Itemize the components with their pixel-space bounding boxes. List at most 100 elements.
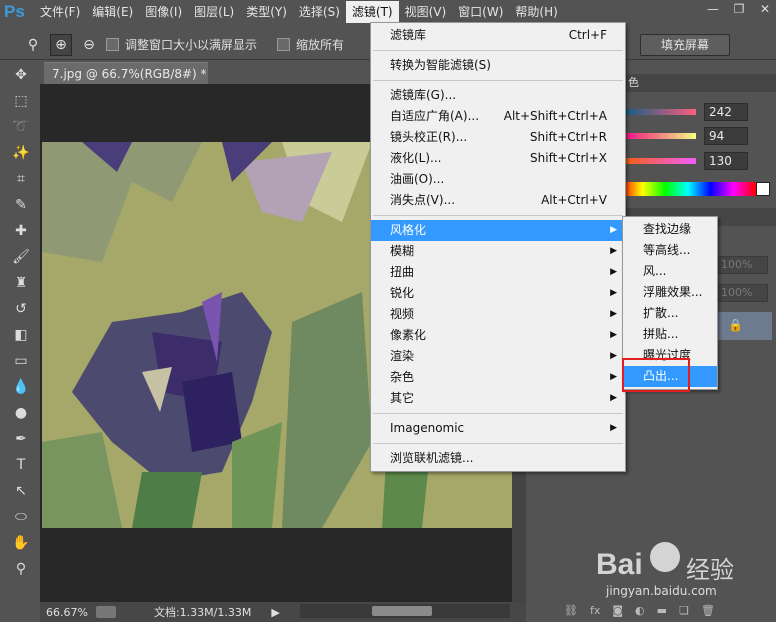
menu-file[interactable]: 文件(F): [34, 1, 86, 23]
menu-select[interactable]: 选择(S): [293, 1, 346, 23]
link-icon[interactable]: ⛓: [564, 604, 578, 620]
submenu-arrow-icon: ▶: [610, 372, 617, 382]
filter-gallery-last[interactable]: 滤镜库 Ctrl+F: [371, 25, 625, 46]
watermark-brand: Bai: [596, 548, 643, 581]
document-tab[interactable]: 7.jpg @ 66.7%(RGB/8#) *: [44, 62, 208, 84]
color-spectrum[interactable]: [620, 182, 756, 196]
filter-gallery[interactable]: 滤镜库(G)...: [371, 85, 625, 106]
zoom-out-icon[interactable]: ⊖: [78, 34, 100, 56]
liquify[interactable]: 液化(L)... Shift+Ctrl+X: [371, 148, 625, 169]
zoom-tool-icon[interactable]: ⚲: [22, 34, 44, 56]
oil-paint[interactable]: 油画(O)...: [371, 169, 625, 190]
contour[interactable]: 等高线...: [623, 240, 717, 261]
lens-correction[interactable]: 镜头校正(R)... Shift+Ctrl+R: [371, 127, 625, 148]
other-menu[interactable]: 其它 ▶: [371, 388, 625, 409]
pen-tool-icon[interactable]: ✒: [8, 426, 34, 452]
blur-menu[interactable]: 模糊 ▶: [371, 241, 625, 262]
resize-windows-checkbox[interactable]: [106, 38, 119, 51]
adaptive-wide-angle[interactable]: 自适应广角(A)... Alt+Shift+Ctrl+A: [371, 106, 625, 127]
browse-filters-online[interactable]: 浏览联机滤镜...: [371, 448, 625, 469]
folder-icon[interactable]: ▬: [657, 604, 667, 620]
filter-menu: 滤镜库 Ctrl+F 转换为智能滤镜(S) 滤镜库(G)... 自适应广角(A).…: [370, 22, 626, 472]
menu-filter[interactable]: 滤镜(T): [345, 1, 399, 23]
fill-field[interactable]: 100%: [716, 284, 768, 302]
blue-slider[interactable]: [620, 158, 696, 164]
zoom-tool-sidebar-icon[interactable]: ⚲: [8, 556, 34, 582]
fx-icon[interactable]: fx: [590, 604, 600, 620]
hand-tool-icon[interactable]: ✋: [8, 530, 34, 556]
menu-type[interactable]: 类型(Y): [240, 1, 293, 23]
video-menu[interactable]: 视频 ▶: [371, 304, 625, 325]
mask-icon[interactable]: ◙: [612, 604, 623, 620]
red-value[interactable]: 242: [704, 103, 748, 121]
eraser-tool-icon[interactable]: ◧: [8, 322, 34, 348]
diffuse[interactable]: 扩散...: [623, 303, 717, 324]
wind[interactable]: 风...: [623, 261, 717, 282]
gradient-tool-icon[interactable]: ▭: [8, 348, 34, 374]
brush-tool-icon[interactable]: 🖌: [8, 244, 34, 270]
healing-brush-icon[interactable]: ✚: [8, 218, 34, 244]
stylize-menu[interactable]: 风格化 ▶: [371, 220, 625, 241]
eyedropper-icon[interactable]: ✎: [8, 192, 34, 218]
white-swatch[interactable]: [756, 182, 770, 196]
menu-layer[interactable]: 图层(L): [188, 1, 240, 23]
blue-value[interactable]: 130: [704, 152, 748, 170]
menu-image[interactable]: 图像(I): [139, 1, 188, 23]
zoom-all-checkbox[interactable]: [277, 38, 291, 51]
clone-stamp-icon[interactable]: ♜: [8, 270, 34, 296]
status-info-icon[interactable]: [95, 606, 116, 618]
status-menu-arrow-icon[interactable]: ▶: [271, 606, 279, 619]
baidu-watermark: Bai 经验 jingyan.baidu.com: [596, 540, 776, 600]
menu-label: Imagenomic: [390, 421, 465, 435]
tiles[interactable]: 拼贴...: [623, 324, 717, 345]
move-tool-icon[interactable]: ✥: [8, 62, 34, 88]
trash-icon[interactable]: 🗑: [701, 604, 715, 620]
blur-tool-icon[interactable]: 💧: [8, 374, 34, 400]
crop-tool-icon[interactable]: ⌗: [8, 166, 34, 192]
layers-bottom-icons: ⛓ fx ◙ ◐ ▬ ❏ 🗑: [564, 604, 774, 620]
type-tool-icon[interactable]: T: [8, 452, 34, 478]
menu-shortcut: Ctrl+F: [568, 28, 607, 42]
scroll-thumb[interactable]: [372, 606, 432, 616]
noise-menu[interactable]: 杂色 ▶: [371, 367, 625, 388]
convert-smart-filter[interactable]: 转换为智能滤镜(S): [371, 55, 625, 76]
find-edges[interactable]: 查找边缘: [623, 219, 717, 240]
path-select-icon[interactable]: ↖: [8, 478, 34, 504]
lasso-tool-icon[interactable]: ➰: [8, 114, 34, 140]
restore-icon[interactable]: ❐: [732, 2, 746, 16]
menu-shortcut: Shift+Ctrl+X: [530, 151, 607, 165]
magic-wand-icon[interactable]: ✨: [8, 140, 34, 166]
shape-tool-icon[interactable]: ⬭: [8, 504, 34, 530]
green-value[interactable]: 94: [704, 127, 748, 145]
fill-screen-button[interactable]: 填充屏幕: [640, 34, 730, 56]
menu-view[interactable]: 视图(V): [399, 1, 453, 23]
emboss[interactable]: 浮雕效果...: [623, 282, 717, 303]
marquee-tool-icon[interactable]: ⬚: [8, 88, 34, 114]
submenu-arrow-icon: ▶: [610, 267, 617, 277]
distort-menu[interactable]: 扭曲 ▶: [371, 262, 625, 283]
red-slider[interactable]: [620, 109, 696, 115]
history-brush-icon[interactable]: ↺: [8, 296, 34, 322]
render-menu[interactable]: 渲染 ▶: [371, 346, 625, 367]
menu-shortcut: Shift+Ctrl+R: [529, 130, 607, 144]
submenu-arrow-icon: ▶: [610, 351, 617, 361]
pixelate-menu[interactable]: 像素化 ▶: [371, 325, 625, 346]
menu-help[interactable]: 帮助(H): [509, 1, 563, 23]
dodge-tool-icon[interactable]: ●: [8, 400, 34, 426]
opacity-field[interactable]: 100%: [716, 256, 768, 274]
minimize-icon[interactable]: —: [706, 2, 720, 16]
new-layer-icon[interactable]: ❏: [679, 604, 689, 620]
menu-edit[interactable]: 编辑(E): [86, 1, 139, 23]
zoom-in-icon[interactable]: ⊕: [50, 33, 72, 56]
green-slider[interactable]: [620, 133, 696, 139]
green-slider-row: 94: [620, 126, 770, 146]
vanishing-point[interactable]: 消失点(V)... Alt+Ctrl+V: [371, 190, 625, 211]
sharpen-menu[interactable]: 锐化 ▶: [371, 283, 625, 304]
zoom-level[interactable]: 66.67%: [46, 606, 88, 619]
close-icon[interactable]: ✕: [758, 2, 772, 16]
layer-row[interactable]: [716, 312, 772, 340]
menu-window[interactable]: 窗口(W): [452, 1, 509, 23]
imagenomic-menu[interactable]: Imagenomic ▶: [371, 418, 625, 439]
adjustment-icon[interactable]: ◐: [635, 604, 645, 620]
horizontal-scrollbar[interactable]: [300, 604, 510, 618]
